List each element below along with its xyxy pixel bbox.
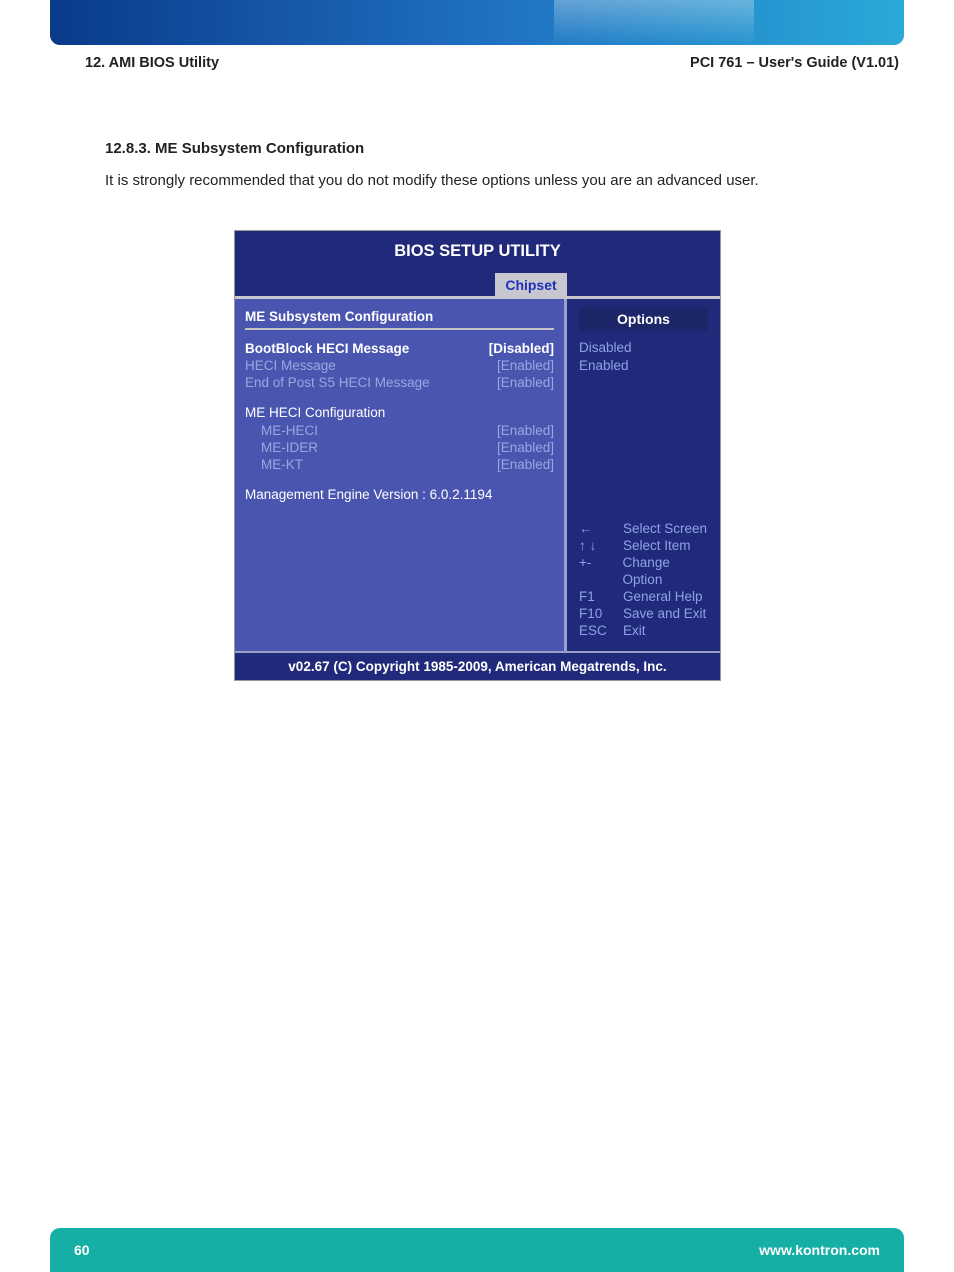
bios-footer: v02.67 (C) Copyright 1985-2009, American… xyxy=(235,651,720,679)
setting-value: [Enabled] xyxy=(497,358,554,373)
setting-value: [Enabled] xyxy=(497,423,554,438)
setting-label: End of Post S5 HECI Message xyxy=(245,375,430,390)
nav-select-item: ↑ ↓Select Item xyxy=(579,537,712,554)
option-enabled[interactable]: Enabled xyxy=(579,357,712,375)
setting-label: ME-HECI xyxy=(261,423,318,438)
page-footer: 60 www.kontron.com xyxy=(50,1228,904,1272)
top-banner xyxy=(50,0,904,45)
setting-label: HECI Message xyxy=(245,358,336,373)
setting-label: ME-IDER xyxy=(261,440,318,455)
bios-right-panel: Options Disabled Enabled ←Select Screen … xyxy=(567,299,720,651)
setting-heci-message[interactable]: HECI Message [Enabled] xyxy=(245,357,554,374)
page-header: 12. AMI BIOS Utility PCI 761 – User's Gu… xyxy=(85,55,899,71)
setting-me-heci[interactable]: ME-HECI [Enabled] xyxy=(245,422,554,439)
header-left: 12. AMI BIOS Utility xyxy=(85,55,219,71)
options-list: Disabled Enabled xyxy=(579,339,712,375)
bios-title: BIOS SETUP UTILITY xyxy=(235,231,720,271)
setting-bootblock-heci[interactable]: BootBlock HECI Message [Disabled] xyxy=(245,340,554,357)
nav-exit: ESCExit xyxy=(579,622,712,639)
nav-save-exit: F10Save and Exit xyxy=(579,605,712,622)
nav-select-screen: ←Select Screen xyxy=(579,520,712,537)
setting-value: [Disabled] xyxy=(489,341,554,356)
setting-value: [Enabled] xyxy=(497,457,554,472)
section-heading: 12.8.3. ME Subsystem Configuration xyxy=(105,140,364,157)
nav-change-option: +-Change Option xyxy=(579,554,712,588)
subsection-heading: ME HECI Configuration xyxy=(245,405,554,420)
tab-chipset[interactable]: Chipset xyxy=(495,273,567,297)
setting-value: [Enabled] xyxy=(497,375,554,390)
setting-me-kt[interactable]: ME-KT [Enabled] xyxy=(245,456,554,473)
divider xyxy=(245,328,554,330)
bios-panel-title: ME Subsystem Configuration xyxy=(245,309,554,324)
page-number: 60 xyxy=(74,1242,90,1258)
setting-label: ME-KT xyxy=(261,457,303,472)
nav-help: ←Select Screen ↑ ↓Select Item +-Change O… xyxy=(579,520,712,639)
bios-screenshot: BIOS SETUP UTILITY Chipset ME Subsystem … xyxy=(234,230,721,681)
setting-label: BootBlock HECI Message xyxy=(245,341,409,356)
option-disabled[interactable]: Disabled xyxy=(579,339,712,357)
header-right: PCI 761 – User's Guide (V1.01) xyxy=(690,55,899,71)
setting-end-of-post[interactable]: End of Post S5 HECI Message [Enabled] xyxy=(245,374,554,391)
nav-general-help: F1General Help xyxy=(579,588,712,605)
bios-left-panel: ME Subsystem Configuration BootBlock HEC… xyxy=(235,299,567,651)
options-header: Options xyxy=(579,307,708,331)
site-url: www.kontron.com xyxy=(759,1242,880,1258)
bios-tab-row: Chipset xyxy=(235,271,720,299)
setting-me-ider[interactable]: ME-IDER [Enabled] xyxy=(245,439,554,456)
section-intro: It is strongly recommended that you do n… xyxy=(105,172,759,189)
setting-value: [Enabled] xyxy=(497,440,554,455)
me-version: Management Engine Version : 6.0.2.1194 xyxy=(245,487,554,502)
